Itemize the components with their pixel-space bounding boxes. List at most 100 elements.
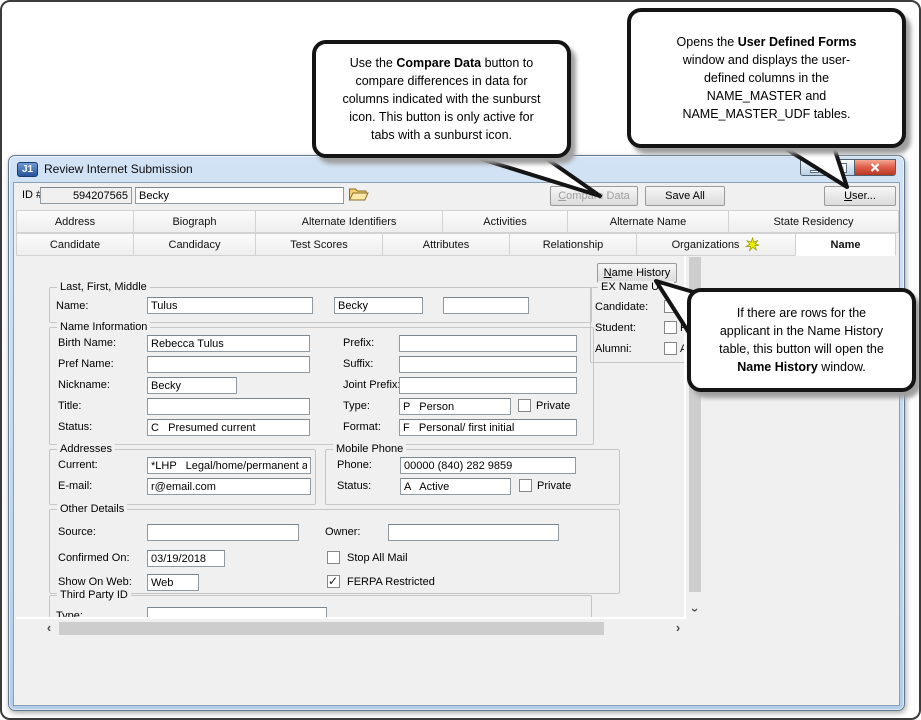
owner-label: Owner:	[325, 526, 360, 538]
id-field[interactable]	[40, 187, 132, 204]
confirmed-on-field[interactable]	[147, 550, 225, 567]
phone-private-checkbox[interactable]	[519, 479, 532, 492]
tab-alternate-identifiers[interactable]: Alternate Identifiers	[255, 210, 443, 233]
tab-biograph[interactable]: Biograph	[133, 210, 256, 233]
window-title: Review Internet Submission	[44, 162, 193, 176]
show-on-web-field[interactable]	[147, 574, 199, 591]
phone-status-field[interactable]	[400, 478, 511, 495]
tab-test-scores[interactable]: Test Scores	[255, 233, 383, 256]
type-label: Type:	[343, 400, 370, 412]
email-label: E-mail:	[58, 480, 92, 492]
review-internet-submission-window: J1 Review Internet Submission ID # Compa…	[8, 155, 905, 711]
stop-all-mail-label: Stop All Mail	[347, 552, 408, 564]
format-label: Format:	[343, 421, 381, 433]
phone-private-label: Private	[537, 480, 571, 492]
scroll-left-icon[interactable]: ‹	[42, 621, 56, 635]
title-bar[interactable]: J1 Review Internet Submission	[9, 156, 904, 182]
name-history-button[interactable]: Name History	[597, 263, 677, 283]
last-name-field[interactable]	[147, 297, 313, 314]
ferpa-restricted-label: FERPA Restricted	[347, 576, 435, 588]
ex-student-label: Student:	[595, 322, 636, 334]
tab-attributes[interactable]: Attributes	[382, 233, 510, 256]
joint-prefix-field[interactable]	[399, 377, 577, 394]
sunburst-icon	[745, 237, 760, 252]
group-title: Mobile Phone	[333, 443, 406, 455]
scroll-right-icon[interactable]: ›	[671, 621, 685, 635]
group-last-first-middle: Last, First, Middle Name:	[49, 287, 592, 323]
group-title: Other Details	[57, 503, 127, 515]
tab-state-residency[interactable]: State Residency	[728, 210, 899, 233]
third-party-type-field[interactable]	[147, 607, 327, 619]
source-field[interactable]	[147, 524, 299, 541]
save-all-button[interactable]: Save All	[645, 186, 725, 206]
minimize-icon	[810, 170, 819, 173]
owner-field[interactable]	[388, 524, 559, 541]
name-private-checkbox[interactable]	[518, 399, 531, 412]
phone-field[interactable]	[400, 457, 576, 474]
tab-candidacy[interactable]: Candidacy	[133, 233, 256, 256]
tab-address[interactable]: Address	[16, 210, 134, 233]
ex-student-checkbox[interactable]	[664, 321, 677, 334]
group-third-party-id: Third Party ID Type:	[49, 595, 592, 619]
suffix-field[interactable]	[399, 356, 577, 373]
horizontal-scrollbar-thumb[interactable]	[59, 622, 604, 635]
birth-name-field[interactable]	[147, 335, 310, 352]
maximize-icon	[837, 164, 846, 172]
email-field[interactable]	[147, 478, 311, 495]
phone-status-label: Status:	[337, 480, 371, 492]
group-title: Addresses	[57, 443, 115, 455]
ex-student-suffix: F	[680, 322, 686, 334]
close-icon	[870, 163, 880, 172]
ex-candidate-label: Candidate:	[595, 301, 648, 313]
group-addresses: Addresses Current: E-mail:	[49, 449, 316, 505]
open-folder-icon[interactable]	[348, 186, 369, 202]
group-title: Third Party ID	[57, 589, 131, 601]
name-status-field[interactable]	[147, 419, 310, 436]
nickname-field[interactable]	[147, 377, 237, 394]
compare-data-button[interactable]: Compare Data	[550, 186, 638, 206]
tab-organizations[interactable]: Organizations	[636, 233, 796, 256]
tab-strip: Address Biograph Alternate Identifiers A…	[16, 210, 900, 256]
prefix-label: Prefix:	[343, 337, 374, 349]
name-type-field[interactable]	[399, 398, 511, 415]
ex-alumni-suffix: A	[680, 343, 686, 355]
window-client-area: ID # Compare Data Save All User... Addre…	[13, 182, 900, 706]
name-private-label: Private	[536, 400, 570, 412]
app-icon: J1	[17, 162, 38, 177]
joint-prefix-label: Joint Prefix:	[343, 379, 400, 391]
group-title: Last, First, Middle	[57, 281, 150, 293]
close-button[interactable]	[854, 159, 896, 176]
name-field[interactable]	[135, 187, 344, 204]
maximize-button[interactable]	[828, 159, 855, 176]
tab-name[interactable]: Name	[795, 233, 896, 256]
prefix-field[interactable]	[399, 335, 577, 352]
current-address-field[interactable]	[147, 457, 311, 474]
ex-candidate-checkbox[interactable]	[664, 300, 677, 313]
third-party-type-label: Type:	[56, 610, 83, 619]
pref-name-field[interactable]	[147, 356, 310, 373]
tab-activities[interactable]: Activities	[442, 210, 568, 233]
source-label: Source:	[58, 526, 96, 538]
group-mobile-phone: Mobile Phone Phone: Status: Private	[325, 449, 620, 505]
name-label: Name:	[56, 300, 88, 312]
user-button[interactable]: User...	[824, 186, 896, 206]
name-history-callout: If there are rows for the applicant in t…	[687, 288, 916, 392]
first-name-field[interactable]	[334, 297, 423, 314]
ex-alumni-checkbox[interactable]	[664, 342, 677, 355]
confirmed-on-label: Confirmed On:	[58, 552, 130, 564]
format-field[interactable]	[399, 419, 577, 436]
birth-name-label: Birth Name:	[58, 337, 116, 349]
pref-name-label: Pref Name:	[58, 358, 114, 370]
stop-all-mail-checkbox[interactable]	[327, 551, 340, 564]
tab-relationship[interactable]: Relationship	[509, 233, 637, 256]
status-label: Status:	[58, 421, 92, 433]
middle-name-field[interactable]	[443, 297, 529, 314]
ferpa-restricted-checkbox[interactable]	[327, 575, 340, 588]
tab-alternate-name[interactable]: Alternate Name	[567, 210, 729, 233]
title-field[interactable]	[147, 398, 310, 415]
minimize-button[interactable]	[800, 159, 829, 176]
show-on-web-label: Show On Web:	[58, 576, 132, 588]
tab-candidate[interactable]: Candidate	[16, 233, 134, 256]
nickname-label: Nickname:	[58, 379, 110, 391]
scroll-down-icon[interactable]: ›	[688, 603, 702, 617]
